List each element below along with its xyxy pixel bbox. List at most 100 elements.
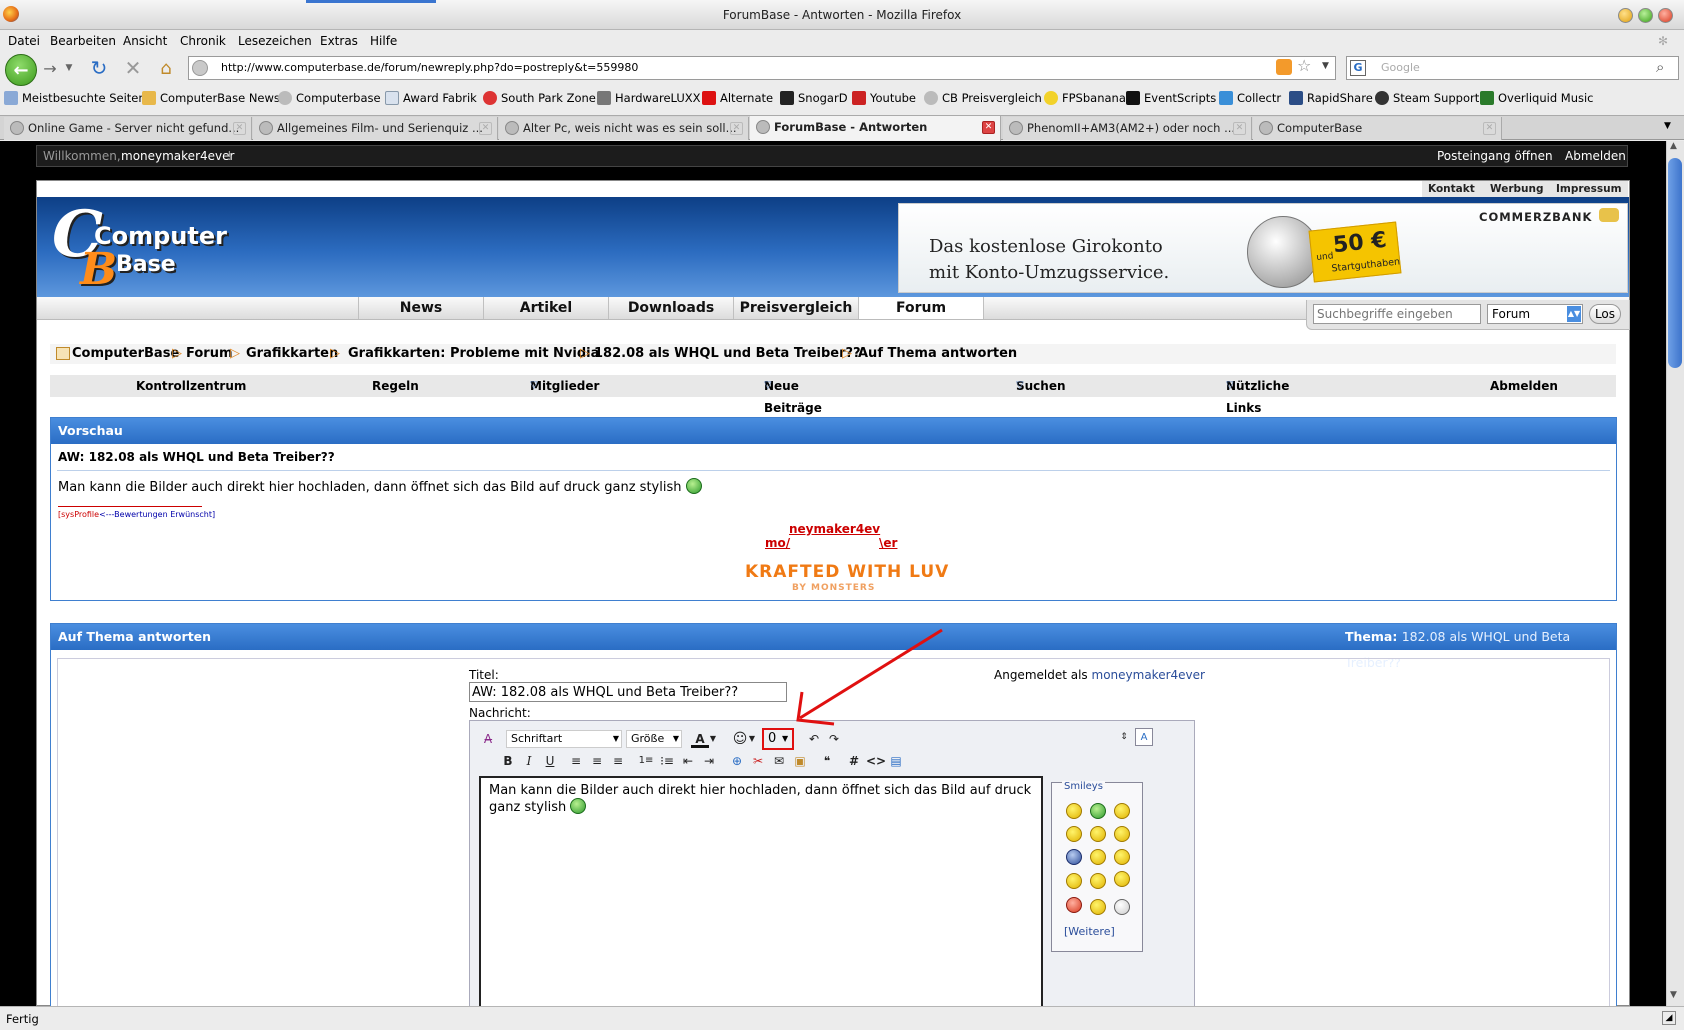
code-hash-icon[interactable]: #: [845, 752, 863, 770]
rss-feed-icon[interactable]: [1276, 59, 1292, 75]
search-icon[interactable]: ⌕: [1656, 58, 1664, 76]
nav-preisvergleich[interactable]: Preisvergleich: [733, 297, 858, 319]
remove-link-icon[interactable]: ✂: [749, 752, 767, 770]
sysprofile-link[interactable]: [sysProfile: [58, 510, 99, 519]
home-button[interactable]: ⌂: [153, 55, 179, 81]
tab-forumbase-antworten[interactable]: ForumBase - Antworten ✕: [750, 116, 1001, 141]
menu-extras[interactable]: Extras: [320, 30, 358, 52]
bookmark-south-park[interactable]: South Park Zone: [483, 86, 596, 111]
align-center-icon[interactable]: ≡: [588, 752, 606, 770]
smiley-dropdown-icon[interactable]: ▼: [748, 730, 756, 748]
search-go-button[interactable]: Los: [1589, 304, 1621, 324]
bookmark-overliquid[interactable]: Overliquid Music: [1480, 86, 1594, 111]
smiley-rolleyes-icon[interactable]: [1090, 899, 1106, 915]
bookmark-computerbase[interactable]: Computerbase: [278, 86, 381, 111]
tab-close-icon[interactable]: ✕: [1483, 122, 1496, 135]
computerbase-logo[interactable]: C Computer B Base: [52, 200, 227, 296]
bookmark-collectr[interactable]: Collectr: [1219, 86, 1281, 111]
logged-in-user-link[interactable]: moneymaker4ever: [1092, 668, 1205, 682]
attachment-button[interactable]: 0 ▼: [762, 728, 794, 750]
tab-close-icon[interactable]: ✕: [982, 121, 995, 134]
smiley-eek-icon[interactable]: [1090, 849, 1106, 865]
bookmark-snogard[interactable]: SnogarD: [780, 86, 848, 111]
align-right-icon[interactable]: ≡: [609, 752, 627, 770]
smiley-confused-icon[interactable]: [1090, 826, 1106, 842]
breadcrumb-nvidia-probleme[interactable]: Grafikkarten: Probleme mit Nvidia: [348, 344, 599, 364]
smiley-grin-icon[interactable]: [1090, 803, 1106, 819]
tab-online-game[interactable]: Online Game - Server nicht gefund... ✕: [4, 117, 252, 140]
scroll-up-icon[interactable]: ▲: [1670, 141, 1677, 151]
nav-downloads[interactable]: Downloads: [608, 297, 733, 319]
tab-close-icon[interactable]: ✕: [1233, 122, 1246, 135]
nav-artikel[interactable]: Artikel: [483, 297, 608, 319]
menu-datei[interactable]: Datei: [8, 30, 40, 52]
size-select[interactable]: Größe ▼: [626, 730, 682, 748]
menu-hilfe[interactable]: Hilfe: [370, 30, 397, 52]
nav-forum[interactable]: Forum: [858, 297, 984, 319]
smiley-tongue-icon[interactable]: [1066, 826, 1082, 842]
smiley-cool-icon[interactable]: [1114, 826, 1130, 842]
menu-bearbeiten[interactable]: Bearbeiten: [50, 30, 116, 52]
google-engine-icon[interactable]: G: [1350, 60, 1366, 76]
impressum-link[interactable]: Impressum: [1556, 181, 1622, 198]
welcome-username[interactable]: moneymaker4ever: [121, 146, 234, 166]
insert-image-icon[interactable]: ▣: [791, 752, 809, 770]
insert-link-icon[interactable]: ⊕: [728, 752, 746, 770]
smiley-wink-icon[interactable]: [1114, 803, 1130, 819]
indent-icon[interactable]: ⇥: [700, 752, 718, 770]
smiley-smile-icon[interactable]: [1066, 873, 1082, 889]
title-input[interactable]: [469, 682, 787, 702]
php-code-icon[interactable]: ▤: [887, 752, 905, 770]
redo-icon[interactable]: ↷: [825, 730, 843, 748]
insert-email-icon[interactable]: ✉: [770, 752, 788, 770]
menu-ansicht[interactable]: Ansicht: [123, 30, 167, 52]
smiley-cold-icon[interactable]: [1066, 849, 1082, 865]
smiley-shocked-icon[interactable]: [1114, 899, 1130, 915]
align-left-icon[interactable]: ≡: [567, 752, 585, 770]
ordered-list-icon[interactable]: 1≡: [637, 752, 655, 770]
breadcrumb-computerbase[interactable]: ComputerBase: [72, 344, 179, 364]
logout-link[interactable]: Abmelden: [1565, 146, 1626, 166]
subnav-kontrollzentrum[interactable]: Kontrollzentrum: [136, 375, 246, 397]
scrollbar-thumb[interactable]: [1668, 158, 1682, 368]
tab-list-dropdown-icon[interactable]: ▼: [1664, 121, 1671, 131]
tab-alter-pc[interactable]: Alter Pc, weis nicht was es sein soll...…: [499, 117, 749, 140]
forward-button[interactable]: →: [38, 55, 62, 81]
smiley-angry-icon[interactable]: [1066, 897, 1082, 913]
underline-icon[interactable]: U: [541, 752, 559, 770]
bookmark-award-fabrik[interactable]: Award Fabrik: [385, 86, 477, 111]
quote-icon[interactable]: ❝: [818, 752, 836, 770]
tab-close-icon[interactable]: ✕: [730, 122, 743, 135]
bewertungen-link[interactable]: <---Bewertungen Erwünscht]: [99, 510, 215, 519]
url-input[interactable]: http://www.computerbase.de/forum/newrepl…: [188, 56, 1336, 80]
close-window-button[interactable]: [1658, 8, 1673, 23]
menu-lesezeichen[interactable]: Lesezeichen: [238, 30, 312, 52]
tab-close-icon[interactable]: ✕: [479, 122, 492, 135]
smiley-insert-icon[interactable]: ☺: [731, 730, 749, 748]
html-code-icon[interactable]: <>: [866, 752, 886, 770]
remove-format-icon[interactable]: A̶: [479, 730, 497, 748]
message-textarea[interactable]: Man kann die Bilder auch direkt hier hoc…: [479, 776, 1043, 1010]
url-dropdown-icon[interactable]: ▼: [1322, 61, 1329, 71]
bookmark-fpsbanana[interactable]: FPSbanana: [1044, 86, 1126, 111]
bookmark-meistbesucht[interactable]: Meistbesuchte Seiten: [4, 86, 146, 111]
history-dropdown-icon[interactable]: ▼: [62, 55, 76, 81]
tab-close-icon[interactable]: ✕: [233, 122, 246, 135]
text-color-icon[interactable]: A: [691, 730, 709, 748]
werbung-link[interactable]: Werbung: [1490, 181, 1544, 198]
subnav-regeln[interactable]: Regeln: [372, 375, 419, 397]
undo-icon[interactable]: ↶: [805, 730, 823, 748]
tab-filmquiz[interactable]: Allgemeines Film- und Serienquiz ... ✕: [253, 117, 498, 140]
resize-editor-icon[interactable]: ⇕: [1115, 728, 1133, 746]
back-button[interactable]: ←: [5, 54, 37, 86]
color-dropdown-icon[interactable]: ▼: [709, 730, 717, 748]
nav-news[interactable]: News: [358, 297, 483, 319]
switch-editor-mode-icon[interactable]: A: [1135, 728, 1153, 746]
scroll-down-icon[interactable]: ▼: [1670, 990, 1677, 1000]
subnav-abmelden[interactable]: Abmelden: [1490, 375, 1558, 397]
bookmark-cb-preisvergleich[interactable]: CB Preisvergleich: [924, 86, 1042, 111]
bookmark-steam-support[interactable]: Steam Support: [1375, 86, 1479, 111]
tab-phenom[interactable]: PhenomII+AM3(AM2+) oder noch ... ✕: [1003, 117, 1252, 140]
kontakt-link[interactable]: Kontakt: [1428, 181, 1475, 198]
bookmark-youtube[interactable]: Youtube: [852, 86, 916, 111]
